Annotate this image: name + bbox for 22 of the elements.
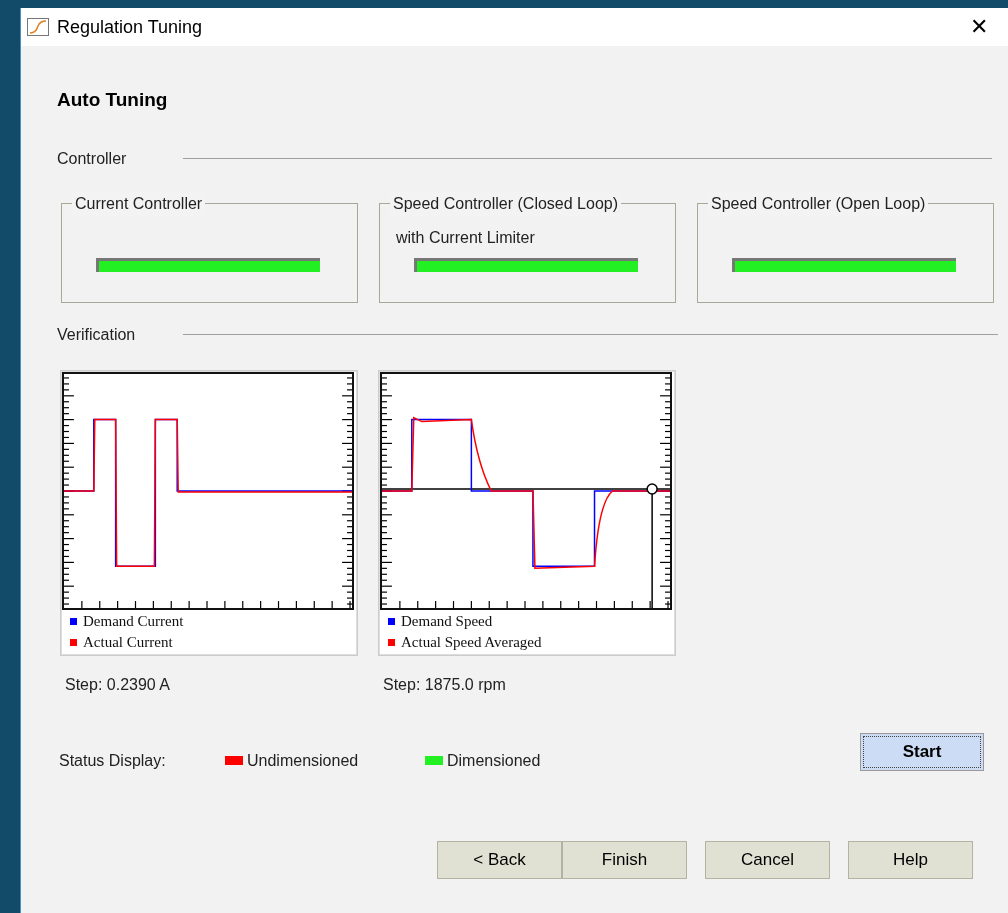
status-label: Undimensioned <box>247 750 359 771</box>
section-title: Verification <box>57 324 137 345</box>
legend-label: Demand Speed <box>401 611 493 631</box>
dialog-button[interactable]: < Back <box>437 840 562 879</box>
dialog-button[interactable]: Cancel <box>705 840 830 879</box>
step-value: Step: 1875.0 rpm <box>382 674 507 695</box>
legend-label: Demand Current <box>83 611 184 631</box>
step-value: Step: 0.2390 A <box>64 674 171 695</box>
close-button[interactable]: ✕ <box>962 16 996 38</box>
status-display-label: Status Display: <box>59 750 167 771</box>
legend-label: Actual Current <box>83 632 173 652</box>
status-label: Dimensioned <box>447 750 541 771</box>
window-title: Regulation Tuning <box>57 15 203 39</box>
start-button[interactable]: Start <box>860 732 984 771</box>
section-title: Controller <box>57 148 128 169</box>
curve-icon <box>27 18 49 36</box>
legend-label: Actual Speed Averaged <box>401 632 542 652</box>
dialog-button[interactable]: Finish <box>562 840 687 879</box>
dialog-button[interactable]: Help <box>848 840 973 879</box>
group-subtitle: with Current Limiter <box>396 228 535 246</box>
page-heading: Auto Tuning <box>57 88 169 112</box>
cursor-icon[interactable] <box>646 482 658 609</box>
